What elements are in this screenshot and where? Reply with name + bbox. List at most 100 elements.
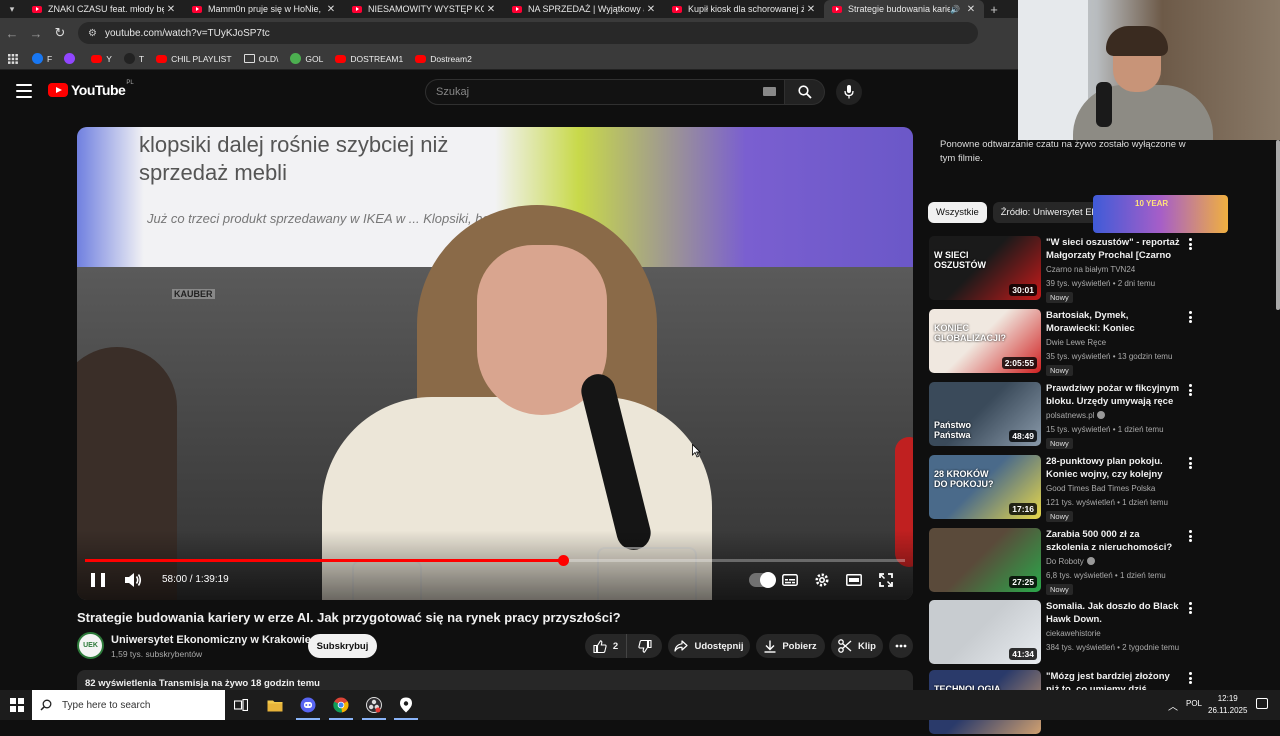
video-thumbnail[interactable]: KONIEC GLOBALIZACJI? 2:05:55	[929, 309, 1041, 373]
recommended-title[interactable]: Bartosiak, Dymek, Morawiecki: Koniec glo…	[1046, 309, 1184, 335]
video-thumbnail[interactable]: 41:34	[929, 600, 1041, 664]
clock[interactable]: 12:19 26.11.2025	[1208, 693, 1247, 717]
recommended-title[interactable]: Prawdziwy pożar w fikcyjnym bloku. Urzęd…	[1046, 382, 1184, 408]
browser-tab[interactable]: Strategie budowania kariery 🔊 ✕	[824, 0, 984, 18]
download-button[interactable]: Pobierz	[756, 634, 825, 658]
more-vertical-icon[interactable]	[1188, 530, 1192, 542]
recommended-title[interactable]: "W sieci oszustów" - reportaż Małgorzaty…	[1046, 236, 1184, 262]
browser-tab[interactable]: NIESAMOWITY WYSTĘP KOCHA✕	[344, 0, 504, 18]
discord-icon[interactable]	[298, 695, 318, 715]
site-info-icon[interactable]: ⚙	[88, 28, 97, 39]
more-vertical-icon[interactable]	[1188, 602, 1192, 614]
bookmark-item[interactable]: CHIL PLAYLIST	[156, 53, 232, 64]
recommended-channel[interactable]: Czarno na białym TVN24	[1046, 265, 1135, 274]
address-bar[interactable]: ⚙ youtube.com/watch?v=TUyKJoSP7tc	[78, 22, 978, 44]
recommended-channel[interactable]: Dwie Lewe Ręce	[1046, 338, 1106, 347]
recommended-title[interactable]: 28-punktowy plan pokoju. Koniec wojny, c…	[1046, 455, 1184, 481]
progress-bar[interactable]	[85, 555, 905, 566]
bookmark-item[interactable]: Dostream2	[415, 53, 472, 64]
bookmark-item[interactable]	[64, 53, 79, 64]
recommended-video[interactable]: Państwo Państwa 48:49 Prawdziwy pożar w fi…	[929, 382, 1199, 449]
voice-search-button[interactable]	[836, 79, 862, 105]
more-actions-button[interactable]	[889, 634, 913, 658]
video-thumbnail[interactable]: W SIECI OSZUSTÓW 30:01	[929, 236, 1041, 300]
recommended-video[interactable]: 41:34 Somalia. Jak doszło do Black Hawk D…	[929, 600, 1199, 666]
fullscreen-icon[interactable]	[877, 571, 895, 589]
back-arrow-icon[interactable]: ←	[0, 26, 24, 41]
tab-search-icon[interactable]: ▾	[0, 0, 24, 18]
apps-grid-icon[interactable]	[8, 53, 18, 64]
more-vertical-icon[interactable]	[1188, 457, 1192, 469]
recommended-channel[interactable]: ciekawehistorie	[1046, 629, 1101, 638]
miniplayer-icon[interactable]	[845, 571, 863, 589]
notifications-icon[interactable]	[1256, 698, 1268, 709]
bookmark-item[interactable]: T	[123, 53, 144, 64]
subscribe-button[interactable]: Subskrybuj	[308, 634, 377, 658]
menu-icon[interactable]	[16, 84, 32, 98]
tab-close-icon[interactable]: ✕	[804, 4, 818, 15]
language-indicator[interactable]: POL	[1186, 699, 1202, 708]
video-thumbnail[interactable]: 27:25	[929, 528, 1041, 592]
speaker-icon[interactable]: 🔊	[950, 5, 960, 14]
pause-icon[interactable]	[91, 573, 105, 587]
bookmark-item[interactable]: GOL	[290, 53, 323, 64]
page-scrollbar[interactable]	[1276, 140, 1280, 310]
new-tab-button[interactable]: +	[984, 2, 1004, 17]
dislike-button[interactable]	[627, 634, 662, 658]
video-player[interactable]: klopsiki dalej rośnie szybciej niż sprze…	[77, 127, 913, 600]
volume-icon[interactable]	[124, 572, 142, 588]
recommended-title[interactable]: Zarabia 500 000 zł za szkolenia z nieruc…	[1046, 528, 1184, 554]
search-button[interactable]	[785, 79, 825, 105]
share-button[interactable]: Udostępnij	[668, 634, 750, 658]
clip-button[interactable]: Klip	[831, 634, 883, 658]
forward-arrow-icon[interactable]: →	[24, 26, 48, 41]
tab-close-icon[interactable]: ✕	[484, 4, 498, 15]
keyboard-icon[interactable]	[763, 87, 776, 96]
like-button[interactable]: 2	[585, 634, 627, 658]
recommended-channel[interactable]: Do Roboty	[1046, 557, 1095, 566]
recommended-channel[interactable]: Good Times Bad Times Polska	[1046, 484, 1155, 493]
bookmark-item[interactable]: Y	[91, 53, 112, 64]
browser-tab[interactable]: ZNAKI CZASU feat. młody bębe ✕	[24, 0, 184, 18]
search-input[interactable]: Szukaj	[425, 79, 785, 105]
task-view-icon[interactable]	[231, 695, 251, 715]
recommended-channel[interactable]: polsatnews.pl	[1046, 411, 1106, 420]
map-pin-app-icon[interactable]	[396, 695, 416, 715]
file-explorer-icon[interactable]	[265, 695, 285, 715]
bookmark-item[interactable]: F	[32, 53, 52, 64]
video-thumbnail[interactable]: Państwo Państwa 48:49	[929, 382, 1041, 446]
browser-tab[interactable]: Kupił kiosk dla schorowanej żo ✕	[664, 0, 824, 18]
tab-close-icon[interactable]: ✕	[164, 4, 178, 15]
more-vertical-icon[interactable]	[1188, 238, 1192, 250]
chrome-icon[interactable]	[331, 695, 351, 715]
more-vertical-icon[interactable]	[1188, 311, 1192, 323]
more-vertical-icon[interactable]	[1188, 384, 1192, 396]
filter-chip[interactable]: Źródło: Uniwersytet Ek	[992, 202, 1105, 223]
recommended-title[interactable]: Somalia. Jak doszło do Black Hawk Down.	[1046, 600, 1184, 626]
overlay-ad-banner[interactable]: 10 YEAR	[1093, 195, 1228, 233]
tab-close-icon[interactable]: ✕	[964, 4, 978, 15]
channel-avatar[interactable]: UEK	[77, 632, 104, 659]
bookmark-item[interactable]: OLD\	[243, 53, 278, 64]
autoplay-toggle[interactable]	[749, 572, 776, 588]
youtube-logo[interactable]: YouTube PL	[48, 80, 134, 98]
reload-icon[interactable]: ↻	[48, 25, 72, 41]
channel-name[interactable]: Uniwersytet Ekonomiczny w Krakowie	[111, 634, 311, 646]
recommended-video[interactable]: 27:25 Zarabia 500 000 zł za szkolenia z n…	[929, 528, 1199, 595]
obs-icon[interactable]	[364, 695, 384, 715]
show-hidden-icons-icon[interactable]: ︿	[1168, 698, 1178, 713]
filter-chip[interactable]: Wszystkie	[928, 202, 987, 223]
settings-gear-icon[interactable]	[813, 571, 831, 589]
video-thumbnail[interactable]: 28 KROKÓW DO POKOJU? 17:16	[929, 455, 1041, 519]
taskbar-search-input[interactable]: Type here to search	[32, 690, 225, 720]
subtitles-icon[interactable]	[781, 571, 799, 589]
recommended-video[interactable]: KONIEC GLOBALIZACJI? 2:05:55 Bartosiak, Dy…	[929, 309, 1199, 376]
browser-tab[interactable]: Mamm0n pruje się w HoNie, pr ✕	[184, 0, 344, 18]
more-vertical-icon[interactable]	[1188, 672, 1192, 684]
windows-start-icon[interactable]	[10, 698, 24, 712]
tab-close-icon[interactable]: ✕	[644, 4, 658, 15]
recommended-video[interactable]: 28 KROKÓW DO POKOJU? 17:16 28-punktowy pla…	[929, 455, 1199, 522]
recommended-video[interactable]: W SIECI OSZUSTÓW 30:01 "W sieci oszustów" …	[929, 236, 1199, 303]
bookmark-item[interactable]: DOSTREAM1	[335, 53, 403, 64]
browser-tab[interactable]: NA SPRZEDAŻ | Wyjątkowy apa✕	[504, 0, 664, 18]
